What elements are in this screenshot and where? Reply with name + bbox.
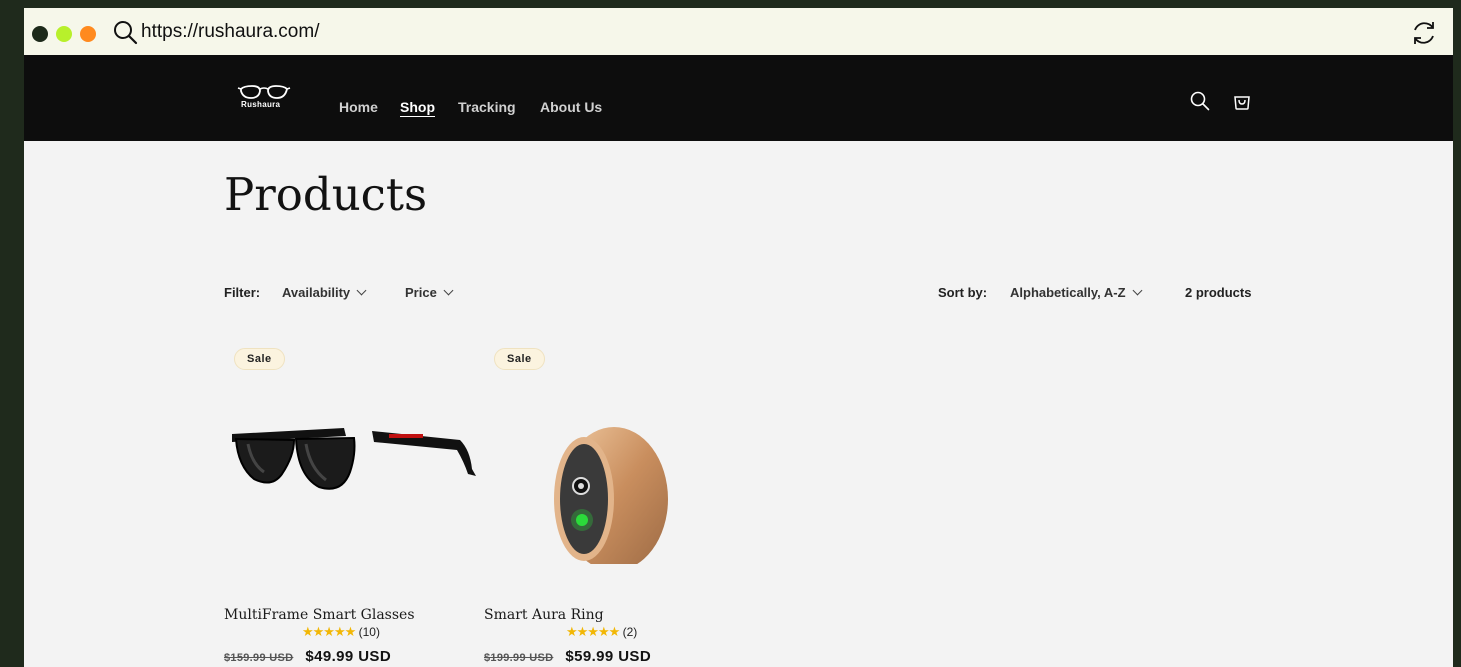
smart-ring-image[interactable] (484, 384, 739, 564)
nav-tracking[interactable]: Tracking (458, 99, 516, 115)
site-header: Rushaura Home Shop Tracking About Us (24, 55, 1453, 141)
sale-price: $59.99 USD (565, 648, 652, 665)
sale-badge: Sale (234, 348, 285, 370)
cart-icon[interactable] (1231, 90, 1253, 112)
sort-label: Sort by: (938, 285, 988, 300)
chevron-down-icon (1132, 285, 1143, 296)
filter-label: Filter: (224, 285, 261, 300)
sale-badge: Sale (494, 348, 545, 370)
star-rating-icon: ★★★★★ (302, 624, 356, 639)
filter-availability-label: Availability (282, 285, 351, 300)
window-close-button[interactable] (32, 26, 48, 42)
product-price: $159.99 USD $49.99 USD (224, 648, 391, 666)
window-maximize-button[interactable] (80, 26, 96, 42)
product-rating: ★★★★★ (2) (566, 624, 637, 640)
nav-about-us[interactable]: About Us (540, 99, 602, 115)
window-minimize-button[interactable] (56, 26, 72, 42)
smart-glasses-image[interactable] (224, 384, 479, 564)
browser-toolbar: https://rushaura.com/ (24, 8, 1453, 55)
address-bar[interactable]: https://rushaura.com/ (141, 21, 319, 43)
logo-text: Rushaura (241, 100, 281, 109)
search-icon[interactable] (1189, 90, 1211, 112)
product-name[interactable]: MultiFrame Smart Glasses (224, 607, 415, 623)
original-price: $199.99 USD (484, 652, 554, 664)
chevron-down-icon (356, 285, 367, 296)
browser-window: https://rushaura.com/ Rushaura Home Shop… (24, 8, 1453, 667)
filter-price-label: Price (405, 285, 437, 300)
sort-dropdown[interactable]: Alphabetically, A-Z (1010, 285, 1143, 300)
product-rating: ★★★★★ (10) (302, 624, 380, 640)
reload-icon[interactable] (1409, 18, 1439, 48)
product-price: $199.99 USD $59.99 USD (484, 648, 651, 666)
page-title: Products (224, 168, 428, 221)
product-name[interactable]: Smart Aura Ring (484, 607, 604, 623)
sale-price: $49.99 USD (305, 648, 392, 665)
review-count: (2) (622, 625, 638, 639)
review-count: (10) (358, 625, 380, 639)
filter-availability-dropdown[interactable]: Availability (282, 285, 367, 300)
product-count: 2 products (1185, 285, 1252, 300)
nav-shop[interactable]: Shop (400, 99, 435, 115)
sort-value: Alphabetically, A-Z (1010, 285, 1126, 300)
star-rating-icon: ★★★★★ (566, 624, 620, 639)
search-icon (114, 21, 138, 45)
nav-home[interactable]: Home (339, 99, 378, 115)
filter-price-dropdown[interactable]: Price (405, 285, 454, 300)
original-price: $159.99 USD (224, 652, 294, 664)
chevron-down-icon (443, 285, 454, 296)
